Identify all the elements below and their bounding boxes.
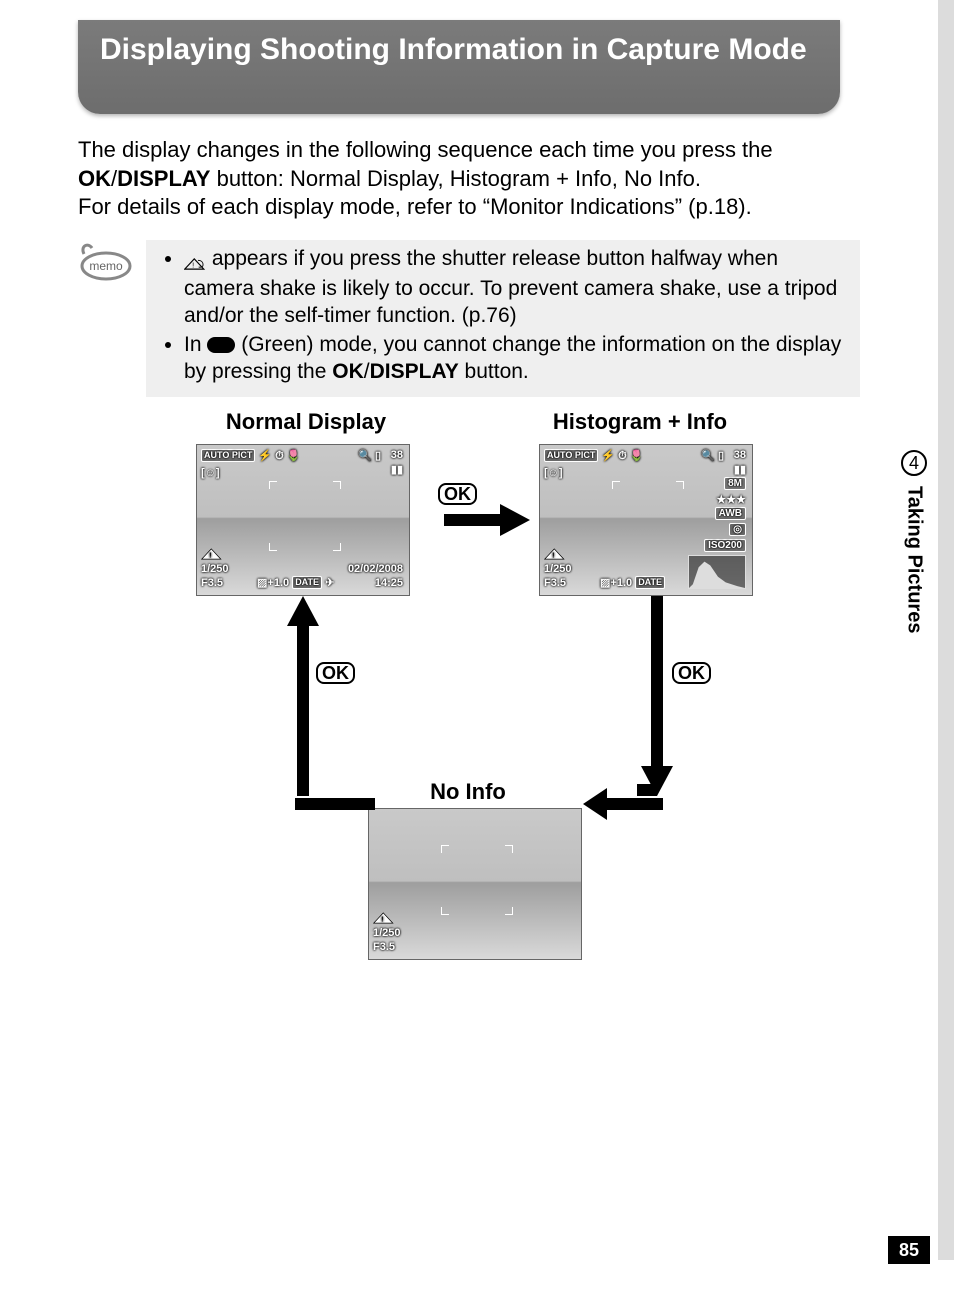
screen-normal-display: AUTO PICT ⚡ ⏱ 🌷 🔍 ▯ 38 ▮▮ [☺] ! 1/250 02… — [196, 444, 410, 596]
shake-icon-3: ! — [373, 911, 395, 925]
auto-pict-badge-2: AUTO PICT ⚡ ⏱ 🌷 — [544, 449, 644, 463]
page-edge-shade — [938, 0, 954, 1260]
quality-stars: ★★★ — [716, 493, 746, 506]
intro-line1b: button: Normal Display, Histogram + Info… — [217, 166, 701, 191]
chapter-number: 4 — [901, 450, 927, 476]
histogram-thumbnail — [688, 555, 746, 589]
aperture-value-2: F3.5 — [544, 577, 566, 589]
svg-text:!: ! — [192, 261, 194, 270]
display-label-inline: DISPLAY — [117, 166, 210, 191]
focus-bracket-bl — [269, 543, 277, 551]
battery-icon-2: ▮▮ — [734, 463, 746, 476]
heading-text: Displaying Shooting Information in Captu… — [100, 33, 807, 66]
shake-warning-icon: ! — [184, 249, 206, 276]
aperture-value: F3.5 — [201, 577, 223, 589]
zoom-icon-2: 🔍 ▯ — [701, 449, 724, 462]
shutter-speed: 1/250 — [201, 563, 229, 575]
memo-item-1-text: appears if you press the shutter release… — [184, 247, 837, 327]
shake-icon-2: ! — [544, 547, 566, 561]
arrow-out-noinfo-icon — [295, 784, 375, 824]
memo-item-2: In (Green) mode, you cannot change the i… — [184, 332, 846, 386]
shake-icon: ! — [201, 547, 223, 561]
arrow-into-noinfo-icon — [583, 784, 663, 824]
focus-bracket-bl-3 — [441, 907, 449, 915]
label-no-info: No Info — [368, 779, 568, 805]
time-value: 14:25 — [375, 577, 403, 589]
auto-pict-badge: AUTO PICT ⚡ ⏱ 🌷 — [201, 449, 301, 463]
svg-text:memo: memo — [89, 259, 123, 273]
memo-item-1: ! appears if you press the shutter relea… — [184, 246, 846, 330]
resolution-badge: 8M — [724, 477, 746, 490]
memo-icon: memo — [78, 240, 132, 282]
aperture-value-3: F3.5 — [373, 941, 395, 953]
awb-badge: AWB — [715, 507, 746, 520]
display-label-inline-2: DISPLAY — [370, 360, 459, 383]
intro-line2: For details of each display mode, refer … — [78, 194, 752, 219]
ok-label-down: OK — [672, 662, 711, 684]
svg-text:!: ! — [209, 551, 211, 560]
screen-no-info: ! 1/250 F3.5 — [368, 808, 582, 960]
focus-bracket-tl-2 — [612, 481, 620, 489]
focus-bracket-tr — [333, 481, 341, 489]
side-chapter-tab: 4 Taking Pictures — [898, 450, 930, 680]
face-detect-icon: [☺] — [201, 467, 220, 479]
intro-line1a: The display changes in the following seq… — [78, 137, 773, 162]
battery-icon: ▮▮ — [391, 463, 403, 476]
focus-bracket-tl-3 — [441, 845, 449, 853]
label-normal-display: Normal Display — [196, 409, 416, 435]
chapter-title: Taking Pictures — [903, 486, 926, 633]
arrow-up-icon — [283, 596, 323, 806]
page-number: 85 — [888, 1236, 930, 1264]
zoom-icon: 🔍 ▯ — [358, 449, 381, 462]
focus-bracket-tl — [269, 481, 277, 489]
green-mode-icon — [207, 337, 235, 353]
focus-bracket-tr-2 — [676, 481, 684, 489]
remaining-count: 38 — [391, 449, 403, 461]
memo-body: ! appears if you press the shutter relea… — [146, 240, 860, 397]
svg-text:!: ! — [552, 551, 554, 560]
memo-item-2a: In — [184, 333, 207, 356]
iso-badge: ISO200 — [704, 539, 746, 552]
focus-bracket-br — [333, 543, 341, 551]
label-histogram-info: Histogram + Info — [510, 409, 770, 435]
face-detect-icon-2: [☺] — [544, 467, 563, 479]
ev-comp-2: ▨+1.0 DATE — [600, 576, 665, 589]
ok-label-inline-2: OK — [332, 360, 364, 383]
shutter-speed-3: 1/250 — [373, 927, 401, 939]
section-heading: Displaying Shooting Information in Captu… — [78, 20, 840, 114]
intro-paragraph: The display changes in the following seq… — [78, 136, 858, 222]
ok-label-inline: OK — [78, 166, 111, 191]
memo-block: memo ! appears if you press the shutter … — [78, 240, 860, 397]
arrow-right-icon — [414, 500, 534, 540]
ev-comp: ▨+1.0 DATE ✈ — [257, 576, 334, 589]
svg-text:!: ! — [381, 915, 383, 924]
arrow-down-icon — [637, 596, 677, 806]
metering-icon: ◎ — [729, 523, 746, 536]
date-value: 02/02/2008 — [348, 563, 403, 575]
shutter-speed-2: 1/250 — [544, 563, 572, 575]
screen-histogram-info: AUTO PICT ⚡ ⏱ 🌷 🔍 ▯ 38 ▮▮ 8M ★★★ AWB ◎ I… — [539, 444, 753, 596]
memo-item-2c: button. — [465, 360, 529, 383]
focus-bracket-tr-3 — [505, 845, 513, 853]
remaining-count-2: 38 — [734, 449, 746, 461]
ok-label-up: OK — [316, 662, 355, 684]
ok-label-right: OK — [438, 483, 477, 505]
focus-bracket-br-3 — [505, 907, 513, 915]
